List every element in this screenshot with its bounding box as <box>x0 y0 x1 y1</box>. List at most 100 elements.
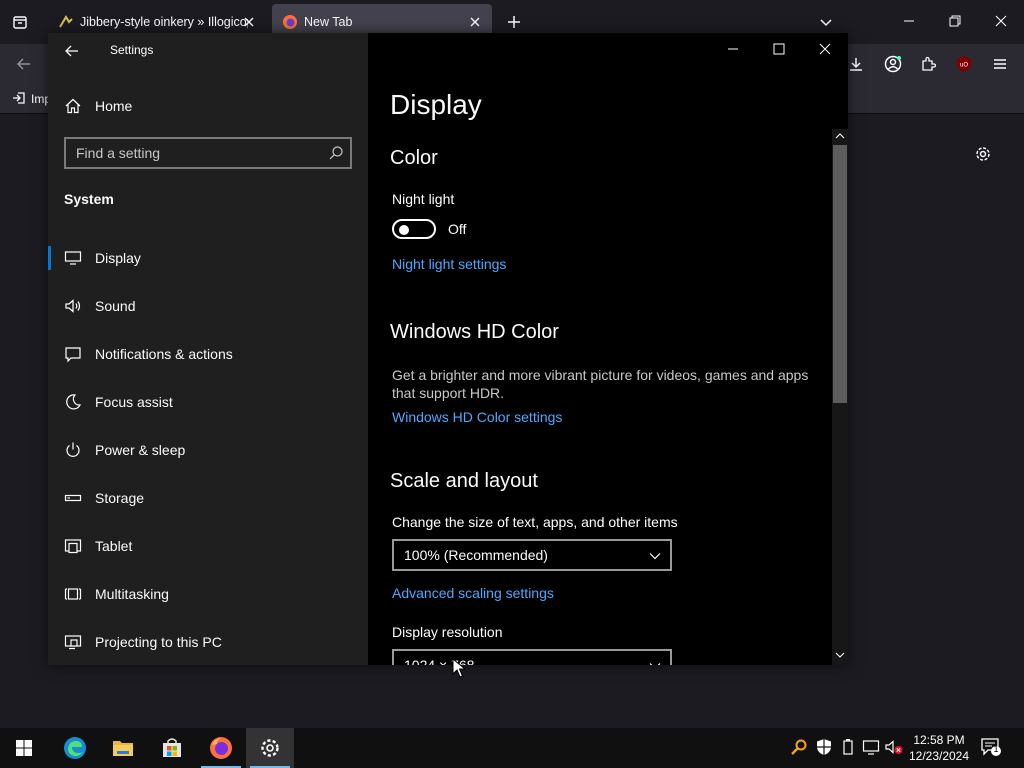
speaker-icon <box>65 299 81 313</box>
search-input[interactable] <box>66 139 316 167</box>
download-icon[interactable] <box>848 56 864 72</box>
store-icon <box>163 738 181 757</box>
night-light-toggle[interactable] <box>392 219 436 239</box>
moon-icon <box>66 394 82 410</box>
home-label: Home <box>95 98 133 114</box>
newtab-settings-gear-icon[interactable] <box>974 145 992 163</box>
close-tab-icon[interactable] <box>468 15 482 29</box>
chevron-down-icon <box>649 663 661 665</box>
back-arrow-icon[interactable] <box>16 56 32 72</box>
settings-gear-icon <box>261 739 279 757</box>
list-all-tabs-icon[interactable] <box>12 14 28 30</box>
firefox-icon <box>210 737 232 759</box>
sidebar-item-label: Tablet <box>95 538 133 554</box>
taskbar-firefox[interactable] <box>197 728 245 768</box>
page-title: Display <box>390 89 482 120</box>
volume-muted-icon[interactable] <box>885 738 903 756</box>
battery-icon[interactable] <box>839 738 857 756</box>
restore-icon[interactable] <box>948 14 962 28</box>
windows-hd-color-settings-link[interactable]: Windows HD Color settings <box>392 409 562 425</box>
scale-layout-heading: Scale and layout <box>390 470 538 492</box>
resolution-dropdown[interactable]: 1024 × 768 <box>392 649 672 665</box>
sidebar-item-sound[interactable]: Sound <box>48 286 368 326</box>
settings-window: Settings Home System Display Sound Notif… <box>48 33 848 665</box>
sidebar-item-power-sleep[interactable]: Power & sleep <box>48 430 368 470</box>
display-resolution-label: Display resolution <box>392 624 503 640</box>
taskbar-file-explorer[interactable] <box>99 728 147 768</box>
sidebar-item-multitasking[interactable]: Multitasking <box>48 574 368 614</box>
chevron-down-icon <box>649 553 661 560</box>
close-tab-icon[interactable] <box>242 15 256 29</box>
sidebar-item-label: Multitasking <box>95 586 169 602</box>
maximize-icon[interactable] <box>769 39 789 59</box>
scrollbar-thumb[interactable] <box>833 145 847 403</box>
color-heading: Color <box>390 147 438 169</box>
network-icon[interactable] <box>862 738 880 756</box>
search-icon[interactable] <box>328 145 344 161</box>
clock-date: 12/23/2024 <box>908 749 970 763</box>
storage-icon <box>64 494 82 502</box>
scroll-up-arrow-icon[interactable] <box>835 131 845 141</box>
window-title: Settings <box>110 43 154 57</box>
sidebar-item-tablet[interactable]: Tablet <box>48 526 368 566</box>
power-icon <box>66 442 80 457</box>
sidebar-item-label: Storage <box>95 490 145 506</box>
sidebar-item-projecting[interactable]: Projecting to this PC <box>48 622 368 662</box>
taskbar-edge[interactable] <box>51 728 99 768</box>
mouse-cursor-icon <box>452 658 466 678</box>
taskbar-store[interactable] <box>148 728 196 768</box>
tab-title: Jibbery-style oinkery » Illogicopedia <box>80 15 248 29</box>
minimize-icon[interactable] <box>723 39 743 59</box>
import-bookmarks-icon[interactable] <box>12 91 26 105</box>
night-light-settings-link[interactable]: Night light settings <box>392 256 506 272</box>
scale-dropdown[interactable]: 100% (Recommended) <box>392 539 672 571</box>
action-center-button[interactable]: 1 <box>980 736 1004 760</box>
file-explorer-icon <box>113 741 133 756</box>
advanced-scaling-settings-link[interactable]: Advanced scaling settings <box>392 585 554 601</box>
home-nav-item[interactable]: Home <box>64 93 132 119</box>
taskbar-settings[interactable] <box>246 728 294 768</box>
chevron-down-icon[interactable] <box>818 14 834 30</box>
account-icon[interactable] <box>884 55 902 73</box>
hamburger-menu-icon[interactable] <box>992 56 1008 72</box>
search-magnifier-tray-icon[interactable] <box>790 738 808 756</box>
ublock-origin-icon[interactable]: uO <box>955 55 973 73</box>
extensions-puzzle-icon[interactable] <box>920 56 936 72</box>
monitor-icon <box>64 251 82 265</box>
system-clock[interactable]: 12:58 PM 12/23/2024 <box>908 732 970 764</box>
close-browser-icon[interactable] <box>994 14 1008 28</box>
windows-hd-color-description: Get a brighter and more vibrant picture … <box>392 367 809 401</box>
taskbar: 12:58 PM 12/23/2024 1 <box>0 728 1024 768</box>
sidebar-item-label: Display <box>95 250 141 266</box>
firefox-favicon-icon <box>283 15 297 29</box>
sidebar-item-label: Focus assist <box>95 394 173 410</box>
sidebar-item-focus-assist[interactable]: Focus assist <box>48 382 368 422</box>
sidebar-item-display[interactable]: Display <box>48 238 368 278</box>
tablet-icon <box>64 539 82 554</box>
toggle-knob <box>399 225 409 235</box>
svg-text:uO: uO <box>960 63 968 69</box>
sidebar-item-storage[interactable]: Storage <box>48 478 368 518</box>
notification-count: 1 <box>993 744 999 754</box>
back-arrow-icon[interactable] <box>62 41 82 61</box>
sidebar-item-label: Notifications & actions <box>95 346 233 362</box>
sidebar-item-notifications[interactable]: Notifications & actions <box>48 334 368 374</box>
minimize-icon[interactable] <box>902 14 916 28</box>
section-label-system: System <box>64 191 114 207</box>
projecting-icon <box>64 635 82 650</box>
scroll-down-arrow-icon[interactable] <box>835 650 845 660</box>
find-setting-search-box[interactable] <box>64 137 352 169</box>
close-icon[interactable] <box>815 39 835 59</box>
start-button[interactable] <box>0 728 48 768</box>
multitasking-icon <box>64 588 82 600</box>
night-light-state: Off <box>448 221 467 237</box>
edge-icon <box>64 737 86 759</box>
start-icon <box>16 740 32 756</box>
sidebar-item-label: Sound <box>95 298 136 314</box>
illogicopedia-favicon-icon <box>59 15 73 28</box>
security-shield-icon[interactable] <box>815 738 833 756</box>
scale-value: 100% (Recommended) <box>404 547 548 563</box>
settings-sidebar: Settings Home System Display Sound Notif… <box>48 33 368 665</box>
windows-hd-color-heading: Windows HD Color <box>390 321 559 343</box>
new-tab-plus-icon[interactable] <box>506 14 522 30</box>
